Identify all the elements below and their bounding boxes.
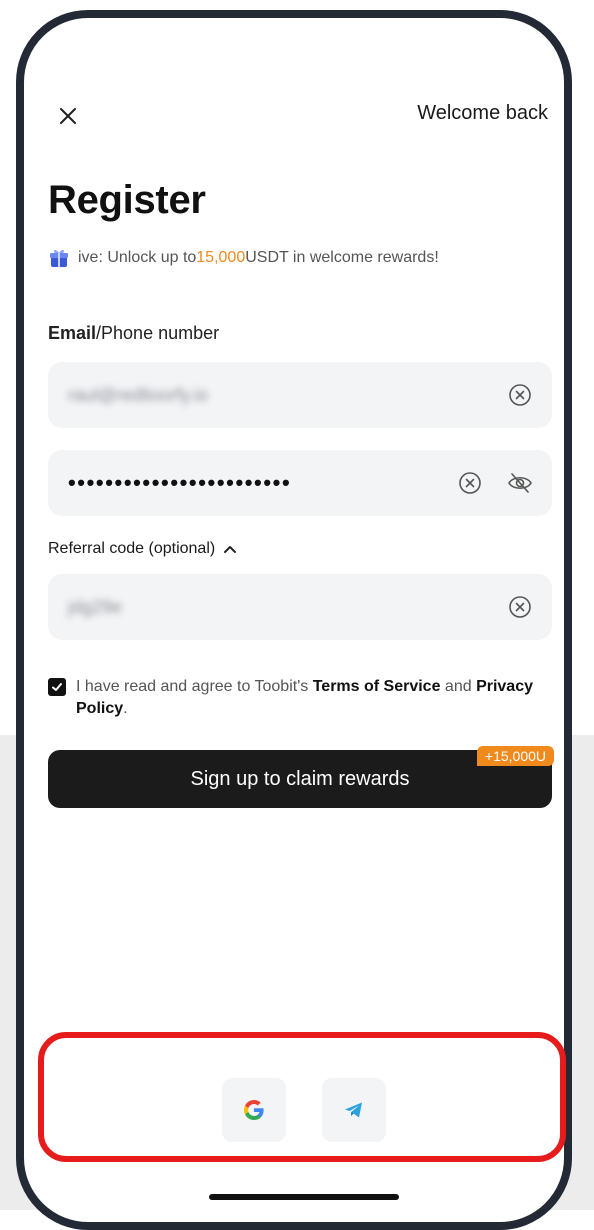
bonus-badge: +15,000U (476, 746, 554, 766)
page-title: Register (48, 178, 206, 222)
close-button[interactable] (50, 98, 86, 134)
email-value: raul@redlioorfy.io (68, 384, 208, 405)
referral-field[interactable]: jdg29e (48, 574, 552, 640)
agree-end: . (123, 700, 128, 717)
social-login-highlight (38, 1032, 566, 1162)
password-field[interactable]: •••••••••••••••••••••••• (48, 450, 552, 516)
referral-label: Referral code (optional) (48, 540, 216, 557)
email-label-bold: Email (48, 323, 97, 343)
referral-value: jdg29e (68, 596, 123, 617)
agree-text: I have read and agree to Toobit's Terms … (76, 676, 548, 720)
eye-slash-icon[interactable] (506, 469, 534, 497)
clear-referral-icon[interactable] (506, 593, 534, 621)
agree-checkbox[interactable] (48, 678, 66, 696)
promo-banner: ive: Unlock up to 15,000 USDT in welcome… (48, 246, 439, 270)
gift-icon (50, 249, 68, 267)
promo-suffix: USDT in welcome rewards! (245, 249, 439, 266)
clear-email-icon[interactable] (506, 381, 534, 409)
close-icon (60, 108, 76, 124)
email-field[interactable]: raul@redlioorfy.io (48, 362, 552, 428)
agree-mid: and (440, 678, 477, 695)
welcome-back-link[interactable]: Welcome back (417, 102, 548, 125)
email-label: Email/Phone number (48, 323, 219, 344)
password-value: •••••••••••••••••••••••• (68, 470, 292, 495)
email-label-rest: /Phone number (96, 323, 220, 343)
terms-link[interactable]: Terms of Service (313, 678, 441, 695)
referral-toggle[interactable]: Referral code (optional) (48, 540, 237, 558)
chevron-up-icon (224, 546, 237, 553)
promo-amount: 15,000 (196, 249, 246, 266)
home-indicator (209, 1194, 399, 1200)
clear-password-icon[interactable] (456, 469, 484, 497)
terms-agreement: I have read and agree to Toobit's Terms … (48, 676, 548, 720)
promo-prefix: ive: Unlock up to (78, 249, 197, 266)
agree-prefix: I have read and agree to Toobit's (76, 678, 313, 695)
